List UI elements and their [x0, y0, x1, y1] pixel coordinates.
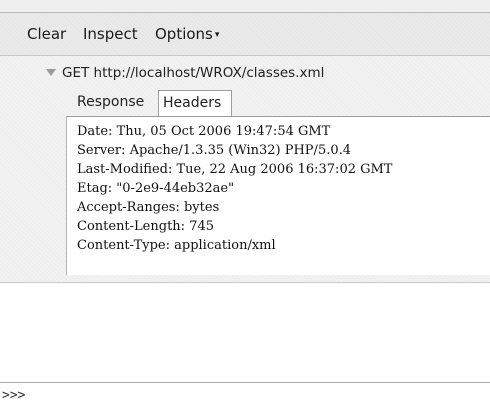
console-output-area — [0, 283, 490, 382]
header-line-server: Server: Apache/1.3.35 (Win32) PHP/5.0.4 — [77, 143, 352, 158]
command-prompt: >>> — [2, 388, 26, 403]
inspect-button[interactable]: Inspect — [83, 25, 138, 43]
header-line-date: Date: Thu, 05 Oct 2006 19:47:54 GMT — [77, 124, 331, 139]
header-line-etag: Etag: "0-2e9-44eb32ae" — [77, 181, 235, 196]
command-input[interactable] — [36, 385, 480, 405]
chevron-down-icon: ▾ — [214, 30, 220, 40]
tab-headers[interactable]: Headers — [158, 90, 232, 116]
header-line-last-modified: Last-Modified: Tue, 22 Aug 2006 16:37:02… — [77, 162, 393, 177]
console-toolbar: Clear Inspect Options ▾ — [0, 13, 490, 56]
expand-toggle-icon[interactable] — [46, 69, 56, 76]
headers-content: Date: Thu, 05 Oct 2006 19:47:54 GMT Serv… — [66, 116, 490, 275]
command-line: >>> — [0, 382, 490, 406]
request-url: http://localhost/WROX/classes.xml — [93, 65, 325, 81]
options-menu-button[interactable]: Options ▾ — [155, 25, 219, 43]
header-line-content-type: Content-Type: application/xml — [77, 238, 276, 253]
header-line-content-length: Content-Length: 745 — [77, 219, 214, 234]
header-line-accept-ranges: Accept-Ranges: bytes — [77, 200, 220, 215]
network-request-panel: GET http://localhost/WROX/classes.xml Re… — [0, 56, 490, 283]
clear-button[interactable]: Clear — [27, 25, 66, 43]
options-label: Options — [155, 25, 213, 43]
request-row[interactable]: GET http://localhost/WROX/classes.xml — [46, 65, 324, 81]
request-method: GET — [62, 65, 90, 81]
tab-response[interactable]: Response — [73, 90, 158, 115]
window-top-strip — [0, 0, 490, 13]
